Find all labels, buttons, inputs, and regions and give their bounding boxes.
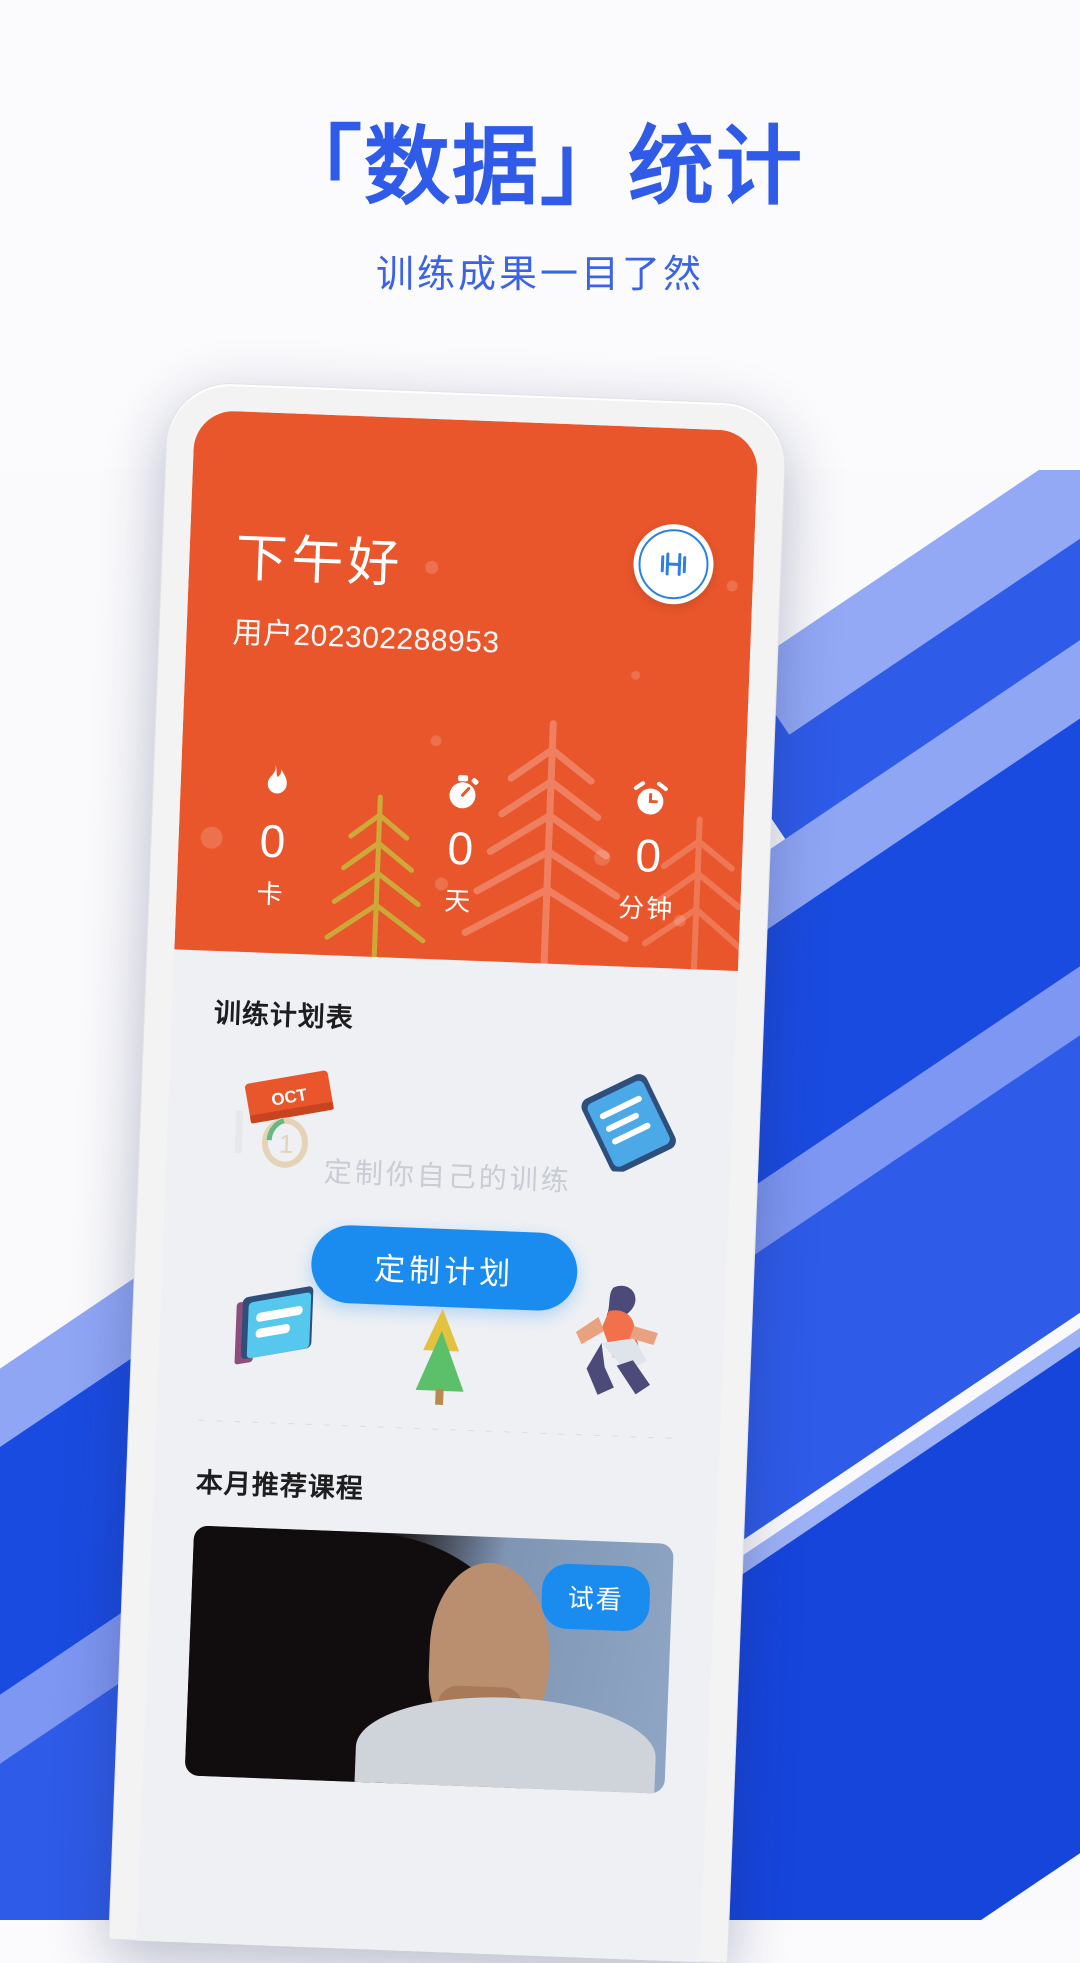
phone-device-icon <box>570 1070 690 1174</box>
stopwatch-icon <box>368 766 558 817</box>
alarm-clock-icon <box>556 773 746 824</box>
avatar-border <box>637 528 710 601</box>
stat-label: 天 <box>364 878 553 922</box>
phone-screen: 下午好 用户202302288953 <box>136 410 758 1963</box>
dumbbell-icon <box>655 546 692 583</box>
course-card[interactable]: 试看 <box>185 1526 674 1794</box>
stat-calories: 0 卡 <box>176 759 370 915</box>
running-person-icon <box>555 1275 678 1409</box>
stat-value: 0 <box>178 809 368 874</box>
pine-tree-icon <box>401 1301 481 1408</box>
stat-label: 卡 <box>176 870 365 914</box>
decor-dot <box>425 561 438 574</box>
phone-mockup: 下午好 用户202302288953 <box>108 381 787 1963</box>
card-stack-icon <box>224 1283 332 1383</box>
app-header: 下午好 用户202302288953 <box>174 410 758 971</box>
plan-empty-state: OCT 1 定制你自己的训练 <box>156 1028 735 1439</box>
stat-days: 0 天 <box>364 766 558 922</box>
username-text: 用户202302288953 <box>232 607 501 661</box>
page-subtitle: 训练成果一目了然 <box>0 243 1080 298</box>
stat-value: 0 <box>553 823 743 888</box>
greeting-text: 下午好 <box>234 515 405 596</box>
flame-icon <box>180 759 370 810</box>
preview-button[interactable]: 试看 <box>541 1563 651 1632</box>
avatar[interactable] <box>632 523 715 606</box>
stat-label: 分钟 <box>552 885 741 929</box>
page-title: 「数据」统计 <box>0 120 1080 215</box>
hero-section: 「数据」统计 训练成果一目了然 <box>0 0 1080 298</box>
decor-dot <box>726 580 737 591</box>
customize-plan-button[interactable]: 定制计划 <box>310 1224 579 1312</box>
stat-value: 0 <box>365 816 555 881</box>
stats-row: 0 卡 0 天 <box>176 759 745 929</box>
decor-dot <box>631 671 640 680</box>
plan-section: 训练计划表 OCT 1 <box>143 949 738 1795</box>
stat-minutes: 0 分钟 <box>552 773 746 929</box>
